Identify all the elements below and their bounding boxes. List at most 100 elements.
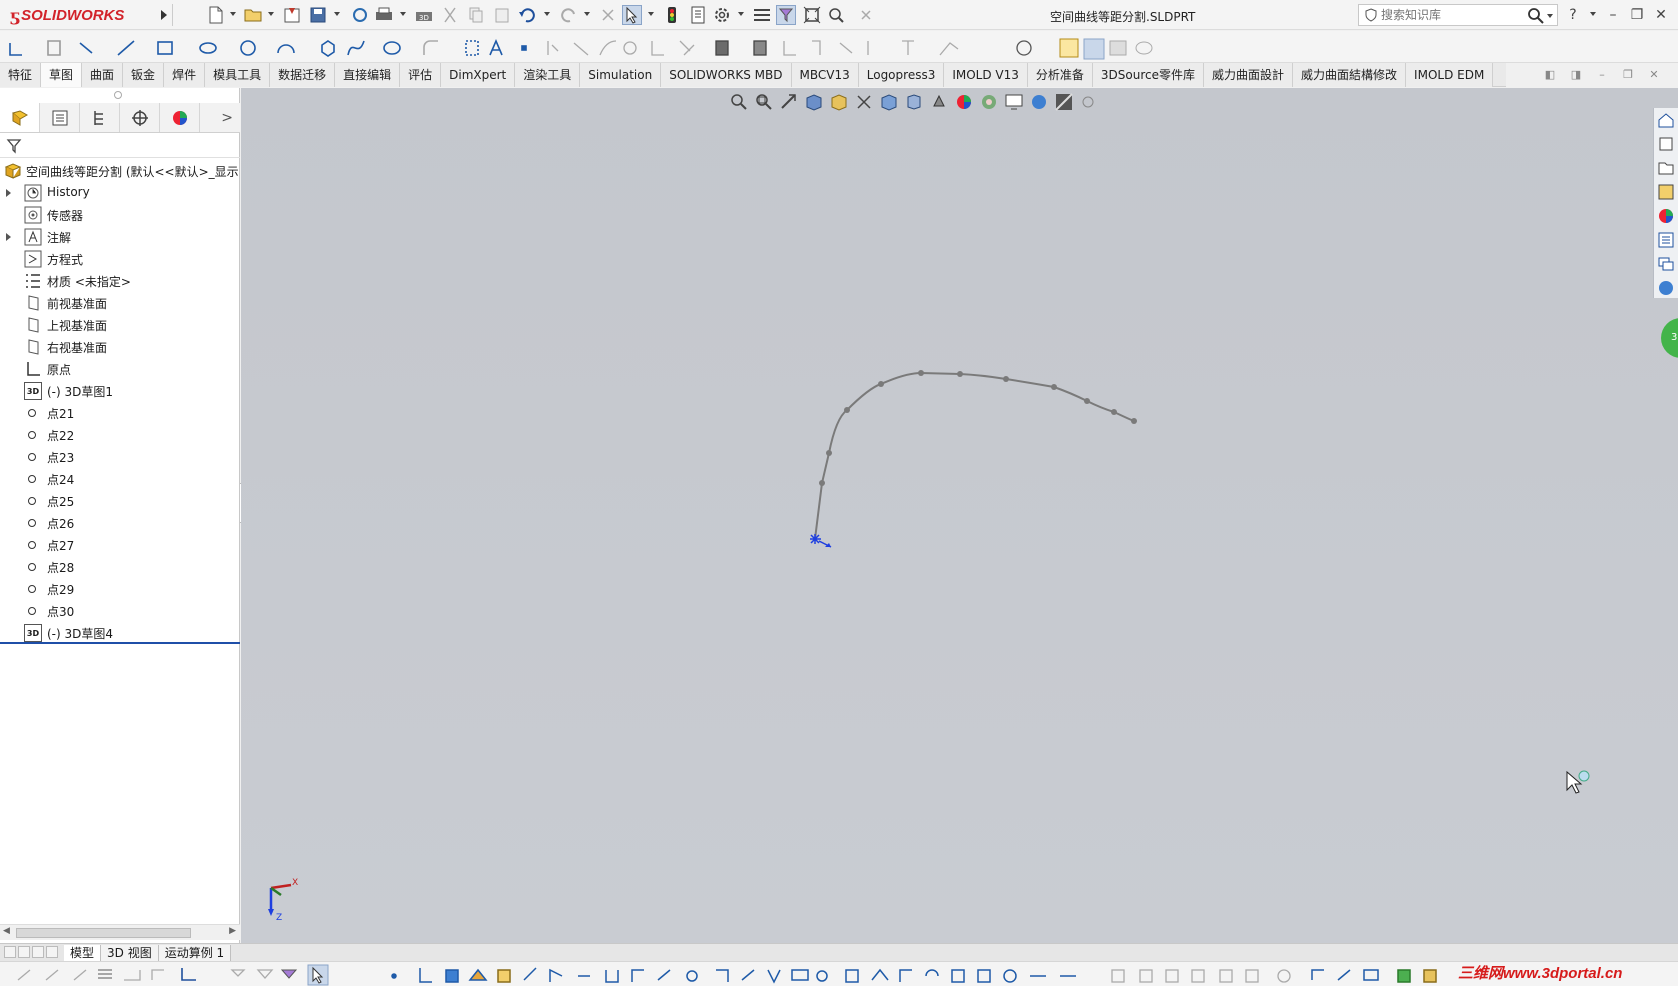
tree-item-point[interactable]: 点25	[0, 490, 240, 512]
tree-item-point[interactable]: 点24	[0, 468, 240, 490]
tree-item-point[interactable]: 点26	[0, 512, 240, 534]
tab-navigation-buttons[interactable]	[0, 945, 64, 960]
help-dropdown-icon[interactable]	[1590, 12, 1596, 16]
sketch-point[interactable]	[957, 371, 963, 377]
zoom-to-fit-icon[interactable]	[802, 5, 822, 25]
tab-model[interactable]: 模型	[64, 944, 102, 961]
print-dropdown-icon[interactable]	[400, 12, 406, 16]
tab-surfaces[interactable]: 曲面	[82, 63, 124, 87]
tree-item-point[interactable]: 点27	[0, 534, 240, 556]
tree-item-point[interactable]: 点28	[0, 556, 240, 578]
property-manager-tab-icon[interactable]	[40, 103, 80, 132]
sketch-point[interactable]	[878, 381, 884, 387]
tree-item-material[interactable]: 材质 <未指定>	[0, 270, 240, 292]
view-palette-icon[interactable]	[1654, 180, 1678, 204]
tab-simulation[interactable]: Simulation	[580, 63, 662, 87]
tab-weldments[interactable]: 焊件	[164, 63, 206, 87]
feature-manager-tab-icon[interactable]	[0, 103, 40, 132]
part-root-node[interactable]: 空间曲线等距分割 (默认<<默认>_显示	[0, 160, 240, 182]
sketch-point[interactable]	[918, 370, 924, 376]
tab-dimxpert[interactable]: DimXpert	[441, 63, 516, 87]
tab-mold-tools[interactable]: 模具工具	[205, 63, 271, 87]
new-document-icon[interactable]	[206, 5, 226, 25]
graphics-viewport[interactable]: 33 X Z	[241, 88, 1678, 943]
display-manager-tab-icon[interactable]	[160, 103, 200, 132]
last-tab-icon[interactable]	[46, 945, 58, 958]
save-icon[interactable]	[308, 5, 328, 25]
doc-close-icon[interactable]: ✕	[1644, 66, 1664, 84]
tab-power-surfacing[interactable]: 威力曲面設計	[1204, 63, 1294, 87]
sketch-point[interactable]	[844, 407, 850, 413]
tree-item-3d-sketch1[interactable]: 3D (-) 3D草图1	[0, 380, 240, 402]
solidworks-logo[interactable]: ƽ SOLIDWORKS	[10, 4, 124, 26]
tree-item-annotations[interactable]: 注解	[0, 226, 240, 248]
selection-filter-icon[interactable]	[776, 5, 796, 25]
magnify-icon[interactable]	[826, 5, 846, 25]
tab-evaluate[interactable]: 评估	[400, 63, 442, 87]
tree-item-front-plane[interactable]: 前视基准面	[0, 292, 240, 314]
tab-data-migration[interactable]: 数据迁移	[270, 63, 336, 87]
redo-icon[interactable]	[558, 5, 578, 25]
select-arrow-icon[interactable]	[622, 5, 642, 25]
tab-motion-study[interactable]: 运动算例 1	[158, 944, 232, 961]
rebuild-traffic-light-icon[interactable]	[662, 5, 682, 25]
sketch-point[interactable]	[1084, 398, 1090, 404]
tree-item-3d-sketch4[interactable]: 3D (-) 3D草图4	[0, 622, 240, 644]
tab-3d-view[interactable]: 3D 视图	[101, 944, 159, 961]
tab-solidworks-mbd[interactable]: SOLIDWORKS MBD	[661, 63, 792, 87]
undo-dropdown-icon[interactable]	[544, 12, 550, 16]
panel-grip-icon[interactable]	[114, 91, 122, 99]
more-tabs-chevron-icon[interactable]: >	[221, 110, 233, 126]
tree-item-top-plane[interactable]: 上视基准面	[0, 314, 240, 336]
sketch-point[interactable]	[1051, 384, 1057, 390]
file-explorer-icon[interactable]	[1654, 156, 1678, 180]
horizontal-scrollbar[interactable]: ◀ ▶	[0, 924, 240, 940]
select-dropdown-icon[interactable]	[648, 12, 654, 16]
3d-print-icon[interactable]: 3D	[414, 5, 434, 25]
print-icon[interactable]	[374, 5, 394, 25]
tree-item-history[interactable]: History	[0, 182, 240, 204]
solidworks-resources-home-icon[interactable]	[1654, 108, 1678, 132]
tree-item-point[interactable]: 点30	[0, 600, 240, 622]
tile-right-icon[interactable]: ◨	[1566, 66, 1586, 84]
print-preview-icon[interactable]	[350, 5, 370, 25]
tree-item-origin[interactable]: 原点	[0, 358, 240, 380]
sketch-point[interactable]	[1003, 376, 1009, 382]
tab-3dsource[interactable]: 3DSource零件库	[1092, 63, 1205, 87]
delete-icon[interactable]	[598, 5, 618, 25]
tab-power-surfacing-rework[interactable]: 威力曲面結構修改	[1293, 63, 1407, 87]
scroll-left-icon[interactable]: ◀	[3, 926, 10, 936]
custom-properties-icon[interactable]	[1654, 228, 1678, 252]
paste-icon[interactable]	[492, 5, 512, 25]
tree-item-point[interactable]: 点29	[0, 578, 240, 600]
tab-direct-editing[interactable]: 直接编辑	[335, 63, 401, 87]
cut-icon[interactable]	[440, 5, 460, 25]
sketch-point[interactable]	[1111, 409, 1117, 415]
tree-item-point[interactable]: 点23	[0, 446, 240, 468]
sketch-point[interactable]	[1131, 418, 1137, 424]
appearances-icon[interactable]	[1654, 204, 1678, 228]
tab-imold-edm[interactable]: IMOLD EDM	[1406, 63, 1494, 87]
new-dropdown-icon[interactable]	[230, 12, 236, 16]
tab-render-tools[interactable]: 渲染工具	[515, 63, 581, 87]
tab-mbcv13[interactable]: MBCV13	[791, 63, 859, 87]
menu-expand-icon[interactable]	[158, 5, 170, 25]
open-dropdown-icon[interactable]	[268, 12, 274, 16]
3dexperience-icon[interactable]	[1654, 276, 1678, 300]
knowledge-search-box[interactable]	[1358, 4, 1558, 26]
tab-features[interactable]: 特征	[0, 63, 42, 87]
file-properties-icon[interactable]	[688, 5, 708, 25]
next-tab-icon[interactable]	[32, 945, 44, 958]
undo-icon[interactable]	[518, 5, 538, 25]
configuration-manager-tab-icon[interactable]	[80, 103, 120, 132]
search-input[interactable]	[1381, 8, 1531, 22]
close-doc-icon[interactable]	[856, 5, 876, 25]
tree-item-right-plane[interactable]: 右视基准面	[0, 336, 240, 358]
tree-item-point[interactable]: 点22	[0, 424, 240, 446]
tree-filter-row[interactable]	[0, 134, 240, 158]
options-dropdown-icon[interactable]	[738, 12, 744, 16]
filter-icon[interactable]	[6, 138, 22, 157]
redo-dropdown-icon[interactable]	[584, 12, 590, 16]
3d-sketch-spline[interactable]	[814, 371, 1135, 540]
forum-icon[interactable]	[1654, 252, 1678, 276]
